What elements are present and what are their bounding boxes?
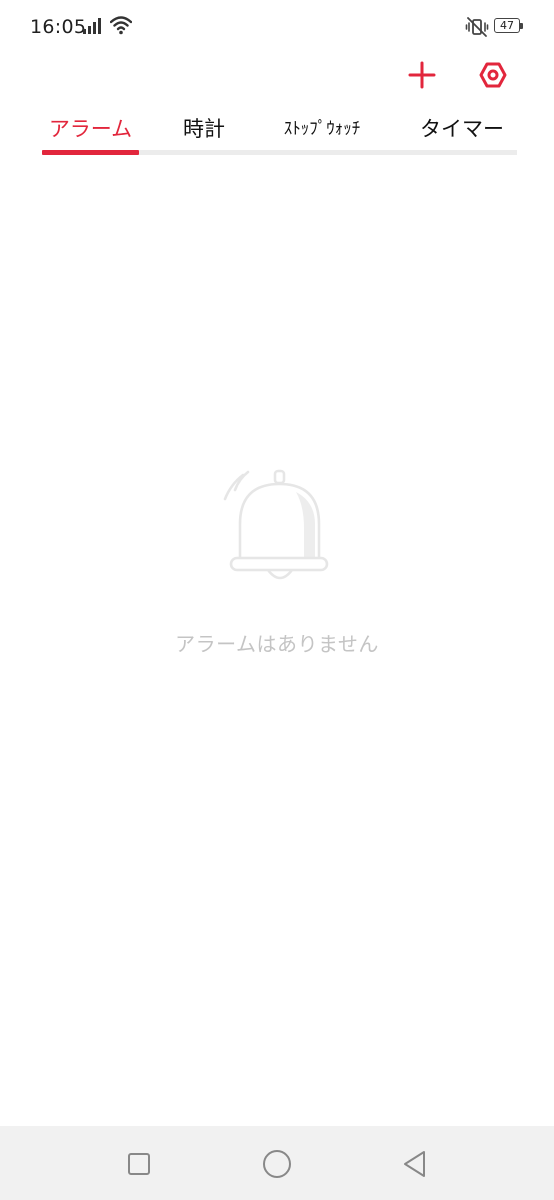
status-time: 16:05 [30,16,87,38]
plus-icon [408,61,436,89]
tab-indicator [42,150,139,155]
signal-icon [83,18,101,34]
tab-stopwatch[interactable]: ｽﾄｯﾌﾟｳｫｯﾁ [266,108,378,150]
recents-button[interactable] [123,1148,155,1180]
tab-clock[interactable]: 時計 [168,108,240,150]
home-icon [263,1150,291,1178]
back-button[interactable] [399,1148,431,1180]
empty-state-message: アラームはありません [175,632,379,656]
bell-icon [223,469,329,580]
battery-icon: 47 [494,18,524,35]
recents-icon [128,1153,150,1175]
home-button[interactable] [261,1148,293,1180]
battery-level: 47 [500,19,514,32]
vibrate-off-icon [465,17,489,37]
add-alarm-button[interactable] [402,55,442,95]
back-icon [404,1151,425,1177]
navigation-bar [0,1126,554,1200]
wifi-icon [110,16,132,35]
tab-timer[interactable]: タイマー [414,108,510,150]
status-bar: 16:05 47 [0,0,554,54]
tab-alarm[interactable]: アラーム [42,108,139,150]
settings-button[interactable] [473,55,513,95]
tab-bar: アラーム 時計 ｽﾄｯﾌﾟｳｫｯﾁ タイマー [42,108,517,155]
settings-icon [479,62,507,88]
